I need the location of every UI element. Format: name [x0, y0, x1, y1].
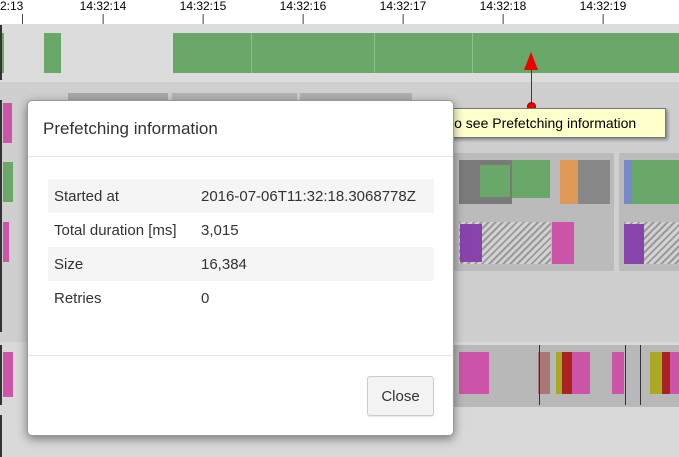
timeline-divider [625, 345, 626, 405]
close-button[interactable]: Close [367, 376, 434, 416]
row-value: 16,384 [201, 255, 247, 273]
timeline-segment[interactable] [632, 160, 679, 204]
row-value: 3,015 [201, 221, 239, 239]
dialog-footer: Close [28, 355, 453, 435]
bar-divider [472, 33, 473, 73]
table-row: Started at 2016-07-06T11:32:18.3068778Z [48, 179, 434, 213]
prefetch-bar[interactable] [44, 33, 61, 73]
dialog-title: Prefetching information [43, 119, 218, 138]
timeline-segment[interactable] [560, 160, 578, 204]
timeline-segment[interactable] [3, 162, 13, 202]
info-table: Started at 2016-07-06T11:32:18.3068778Z … [48, 179, 434, 315]
timeline-segment[interactable] [562, 352, 572, 394]
lane-border [0, 25, 2, 80]
timeline-segment[interactable] [512, 160, 550, 198]
timeline-segment[interactable] [624, 160, 632, 204]
timeline-segment[interactable] [624, 224, 644, 264]
row-key: Started at [54, 187, 120, 205]
timeline-segment[interactable] [662, 352, 670, 394]
timeline-segment[interactable] [3, 352, 13, 397]
timeline-divider [539, 345, 540, 405]
bar-divider [251, 33, 252, 73]
row-value: 0 [201, 289, 210, 307]
timeline-segment[interactable] [552, 222, 574, 264]
timeline-segment[interactable] [572, 352, 590, 394]
dialog-body: Started at 2016-07-06T11:32:18.3068778Z … [28, 157, 453, 355]
timeline-divider [640, 345, 641, 405]
row-key: Retries [54, 289, 102, 307]
time-tick: 14:32:17 [379, 0, 427, 24]
marker-arrow-icon[interactable] [524, 52, 538, 70]
bar-divider [374, 33, 375, 73]
timeline-segment[interactable] [3, 103, 12, 143]
time-tick: 14:32:15 [179, 0, 227, 24]
dialog-header: Prefetching information [28, 101, 453, 157]
row-key: Size [54, 255, 84, 273]
time-tick: 14:32:19 [579, 0, 627, 24]
time-tick: 14:32:16 [279, 0, 327, 24]
timeline-segment[interactable] [3, 222, 9, 262]
lane-border [0, 345, 2, 405]
timeline-segment[interactable] [578, 160, 610, 204]
table-row: Retries 0 [48, 281, 434, 315]
prefetching-dialog: Prefetching information Started at 2016-… [27, 100, 454, 436]
time-tick: 14:32:14 [79, 0, 127, 24]
lane-border [0, 415, 2, 457]
time-tick: 14:32:18 [479, 0, 527, 24]
lane-border [0, 100, 2, 332]
table-row: Total duration [ms] 3,015 [48, 213, 434, 247]
row-key: Total duration [ms] [54, 221, 177, 239]
prefetch-bar[interactable] [173, 33, 679, 73]
timeline-segment[interactable] [612, 352, 624, 394]
timeline-segment[interactable] [480, 165, 510, 197]
timeline-segment[interactable] [650, 352, 662, 394]
time-axis: 2:13 14:32:14 14:32:15 14:32:16 14:32:17… [0, 0, 679, 25]
timeline-segment[interactable] [670, 352, 679, 394]
table-row: Size 16,384 [48, 247, 434, 281]
timeline-segment[interactable] [459, 352, 489, 394]
time-tick: 2:13 [0, 0, 24, 24]
row-value: 2016-07-06T11:32:18.3068778Z [201, 187, 416, 205]
timeline-segment[interactable] [460, 224, 482, 262]
